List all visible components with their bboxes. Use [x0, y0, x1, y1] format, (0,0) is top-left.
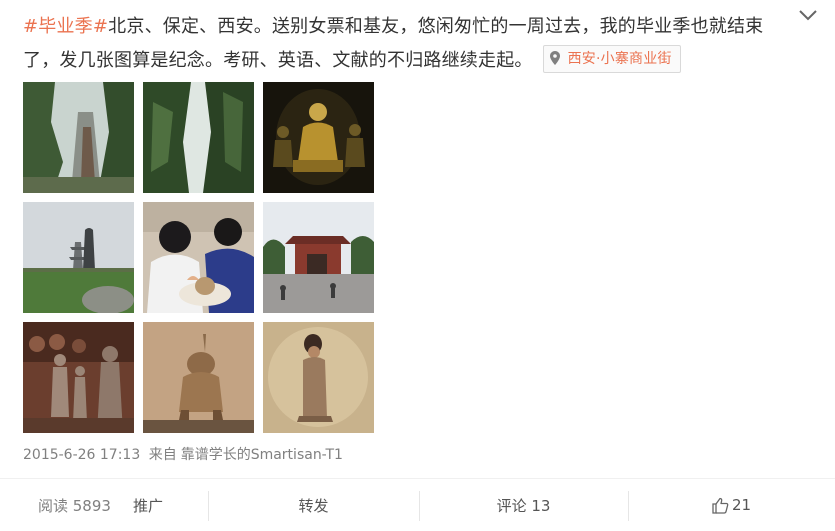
- chevron-down-icon[interactable]: [797, 4, 819, 26]
- post-meta: 2015-6-26 17:13 来自 靠谱学长的Smartisan-T1: [23, 444, 343, 464]
- separator: [419, 491, 420, 521]
- post-timestamp[interactable]: 2015-6-26 17:13: [23, 447, 140, 463]
- read-count: 阅读 5893: [38, 496, 111, 515]
- photo-thumbnail[interactable]: [263, 82, 374, 193]
- photo-thumbnail[interactable]: [143, 322, 254, 433]
- thumbs-up-icon: [712, 497, 729, 514]
- action-bar: 阅读 5893 推广 转发 评论 13 21: [0, 479, 835, 531]
- photo-thumbnail[interactable]: [23, 322, 134, 433]
- photo-thumbnail[interactable]: [263, 322, 374, 433]
- like-count: 21: [731, 496, 752, 514]
- comment-label: 评论 13: [496, 496, 551, 515]
- like-button[interactable]: 21: [628, 479, 835, 531]
- photo-thumbnail[interactable]: [143, 202, 254, 313]
- forward-button[interactable]: 转发: [208, 479, 419, 531]
- photo-thumbnail[interactable]: [263, 202, 374, 313]
- separator: [208, 491, 209, 521]
- hashtag-link[interactable]: #毕业季#: [23, 16, 108, 37]
- comment-button[interactable]: 评论 13: [419, 479, 628, 531]
- forward-label: 转发: [298, 496, 329, 515]
- post-source[interactable]: 靠谱学长的Smartisan-T1: [181, 447, 343, 463]
- separator: [628, 491, 629, 521]
- post-text: #毕业季#北京、保定、西安。送别女票和基友，悠闲匆忙的一周过去，我的毕业季也就结…: [23, 10, 798, 78]
- photo-thumbnail[interactable]: [23, 202, 134, 313]
- photo-thumbnail[interactable]: [143, 82, 254, 193]
- map-pin-icon: [549, 51, 560, 65]
- photo-thumbnail[interactable]: [23, 82, 134, 193]
- promote-button[interactable]: 推广: [133, 495, 163, 516]
- source-prefix: 来自: [148, 447, 177, 463]
- photo-grid: [23, 82, 374, 433]
- read-stats: 阅读 5893 推广: [0, 479, 208, 531]
- location-label: 西安·小寨商业街: [567, 51, 672, 67]
- location-tag[interactable]: 西安·小寨商业街: [542, 45, 681, 73]
